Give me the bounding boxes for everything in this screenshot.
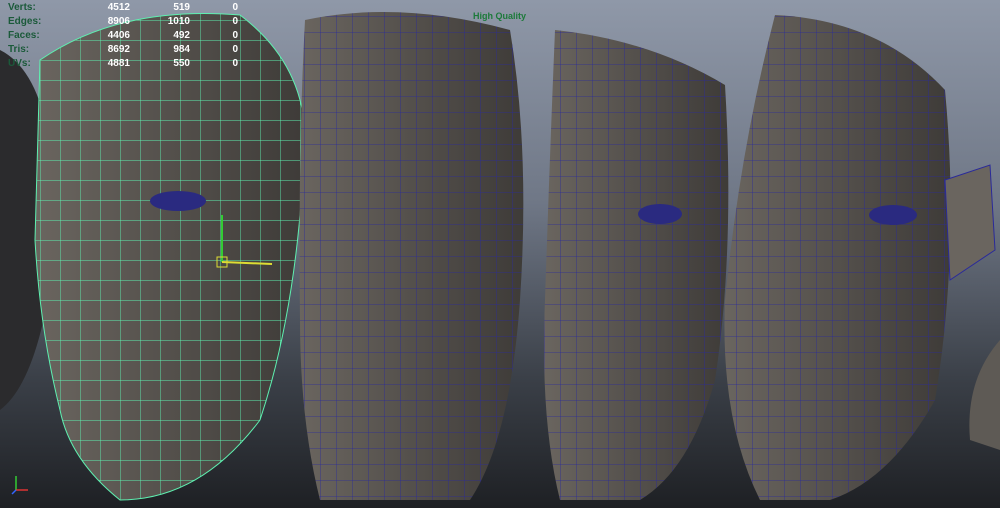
hud-label: Tris: — [8, 43, 30, 55]
head-mesh-4-wireframe — [724, 15, 951, 500]
head-mesh-selected-wireframe — [34, 12, 306, 501]
head-mesh-2-wireframe — [299, 12, 524, 500]
axis-gizmo-icon — [11, 476, 28, 495]
hud-value: 0 — [232, 15, 238, 27]
hud-label: Edges: — [8, 15, 42, 27]
hud-value: 0 — [232, 29, 238, 41]
viewport-scene — [0, 12, 1000, 501]
hud-value: 4512 — [107, 1, 130, 13]
head-mesh-4-ear — [944, 164, 996, 281]
head-mesh-3[interactable] — [544, 30, 729, 500]
hud-value: 8906 — [107, 15, 130, 27]
hud-label: UVs: — [8, 57, 31, 69]
hud-value: 519 — [173, 1, 190, 13]
hud-row-tris: Tris: 8692 984 0 — [8, 42, 238, 56]
hud-value: 4406 — [107, 29, 130, 41]
hud-label: Verts: — [8, 1, 36, 13]
hud-value: 0 — [232, 57, 238, 69]
hud-value: 984 — [173, 43, 190, 55]
hud-row-edges: Edges: 8906 1010 0 — [8, 14, 238, 28]
head-mesh-3-eye — [638, 204, 682, 224]
hud-value: 0 — [232, 43, 238, 55]
hud-row-uvs: UVs: 4881 550 0 — [8, 56, 238, 70]
hud-value: 550 — [173, 57, 190, 69]
hud-row-verts: Verts: 4512 519 0 — [8, 0, 238, 14]
hud-value: 492 — [173, 29, 190, 41]
maya-viewport[interactable]: Verts: 4512 519 0 Edges: 8906 1010 0 Faces: 440… — [0, 0, 1000, 508]
hud-label: Faces: — [8, 29, 40, 41]
hud-value: 0 — [232, 1, 238, 13]
hud-value: 1010 — [167, 15, 190, 27]
head-mesh-2[interactable] — [299, 12, 524, 500]
background-head-right — [969, 340, 1000, 450]
head-mesh-4-eye — [869, 205, 917, 225]
head-mesh-4[interactable] — [724, 15, 996, 500]
axis-gizmo-z-axis — [11, 489, 17, 495]
head-mesh-selected-eye — [150, 191, 206, 211]
hud-value: 4881 — [107, 57, 130, 69]
quality-label: High Quality — [473, 11, 527, 21]
poly-count-hud: Verts: 4512 519 0 Edges: 8906 1010 0 Faces: 440… — [8, 0, 238, 70]
head-mesh-3-wireframe — [544, 30, 729, 500]
hud-row-faces: Faces: 4406 492 0 — [8, 28, 238, 42]
head-mesh-selected[interactable] — [34, 12, 306, 501]
hud-value: 8692 — [107, 43, 130, 55]
